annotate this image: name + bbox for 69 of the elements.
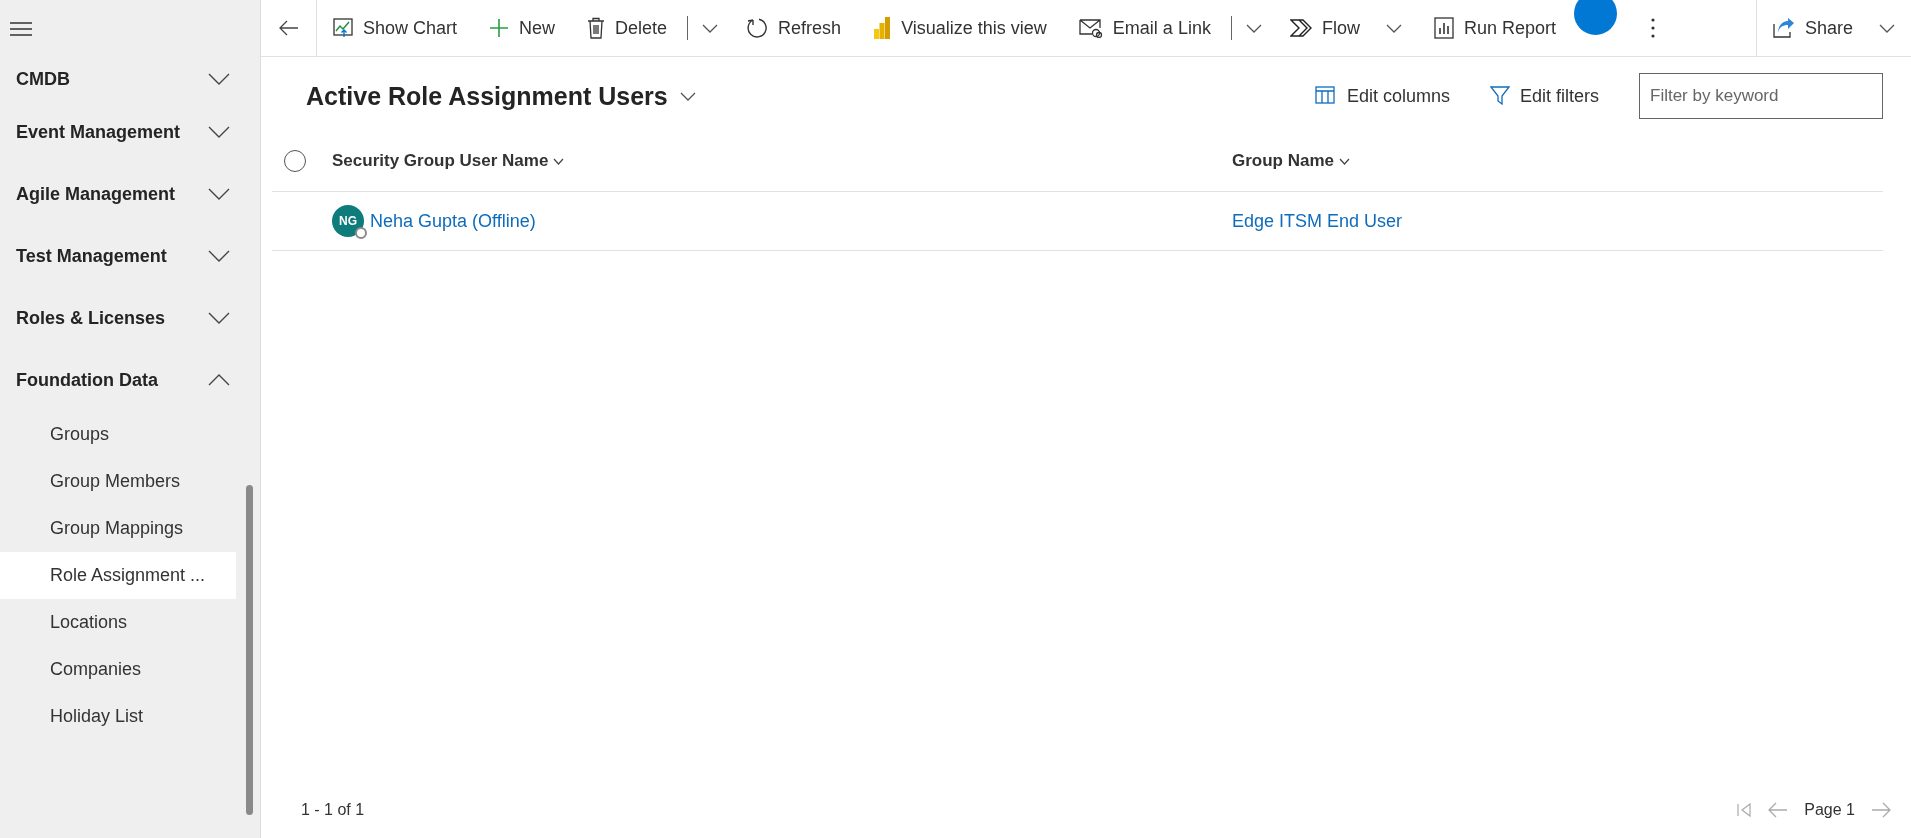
nav-group[interactable]: Roles & Licenses: [0, 287, 260, 349]
nav-group[interactable]: CMDB: [0, 57, 260, 101]
avatar: NG: [332, 205, 364, 237]
nav-item[interactable]: Role Assignment ...: [0, 552, 236, 599]
chevron-down-icon: [553, 157, 565, 165]
more-icon: [1651, 18, 1655, 38]
chevron-up-icon: [208, 374, 230, 386]
toolbar-button[interactable]: Refresh: [730, 8, 858, 48]
back-arrow-icon: [278, 20, 299, 36]
toolbar-button[interactable]: Run Report: [1417, 8, 1572, 48]
chevron-down-icon: [702, 23, 719, 33]
chart-icon: [333, 18, 353, 38]
chevron-down-icon: [208, 126, 230, 138]
first-page-button[interactable]: [1736, 802, 1753, 818]
nav-group[interactable]: Test Management: [0, 225, 260, 287]
page-number: Page 1: [1804, 801, 1855, 819]
nav-item[interactable]: Locations: [0, 599, 236, 646]
report-icon: [1433, 17, 1454, 39]
columns-icon: [1314, 86, 1337, 106]
nav-item[interactable]: Group Mappings: [0, 505, 236, 552]
view-title: Active Role Assignment Users: [306, 81, 668, 111]
nav-item[interactable]: Holiday List: [0, 693, 236, 740]
chevron-down-icon: [208, 188, 230, 200]
nav-item[interactable]: Companies: [0, 646, 236, 693]
previous-page-button[interactable]: [1768, 802, 1789, 818]
chevron-down-icon: [1385, 23, 1402, 33]
toolbar-button[interactable]: Delete: [571, 8, 684, 48]
flow-icon: [1289, 18, 1312, 38]
chevron-down-icon: [208, 73, 230, 85]
toolbar-button[interactable]: Email a Link: [1062, 8, 1227, 48]
bar-chart-icon: [873, 17, 892, 39]
chevron-down-icon: [1879, 23, 1895, 33]
toolbar-button[interactable]: New: [473, 8, 572, 48]
toolbar-button[interactable]: Flow: [1273, 8, 1418, 48]
next-page-button[interactable]: [1871, 802, 1891, 818]
edit-filters-button[interactable]: Edit filters: [1469, 85, 1619, 107]
chevron-down-icon: [679, 91, 696, 101]
back-arrow-icon: [1768, 802, 1789, 818]
scrollbar[interactable]: [246, 485, 253, 815]
column-header[interactable]: Group Name: [1232, 151, 1351, 171]
chevron-down-icon: [208, 250, 230, 262]
nav-group[interactable]: Agile Management: [0, 163, 260, 225]
edit-columns-button[interactable]: Edit columns: [1294, 85, 1470, 107]
filter-icon: [1489, 86, 1510, 106]
chevron-down-icon: [208, 312, 230, 324]
circle-badge: [1574, 0, 1617, 35]
toolbar-button[interactable]: Visualize this view: [857, 8, 1063, 48]
chevron-down-icon: [1339, 157, 1351, 165]
group-link[interactable]: Edge ITSM End User: [1232, 210, 1403, 232]
share-icon: [1772, 18, 1795, 38]
forward-arrow-icon: [1871, 802, 1891, 818]
user-link[interactable]: Neha Gupta (Offline): [370, 210, 536, 232]
chevron-down-icon: [1245, 23, 1262, 33]
share-button[interactable]: Share: [1755, 0, 1911, 56]
nav-group[interactable]: Event Management: [0, 101, 260, 163]
nav-item[interactable]: Group Members: [0, 458, 236, 505]
nav-group[interactable]: Foundation Data: [0, 349, 260, 411]
view-selector[interactable]: [679, 91, 696, 101]
trash-icon: [587, 17, 606, 39]
refresh-icon: [746, 17, 769, 39]
filter-field[interactable]: Filter by keyword: [1639, 73, 1883, 119]
nav-item[interactable]: Groups: [0, 411, 236, 458]
plus-icon: [489, 18, 510, 38]
mail-icon: [1078, 18, 1103, 38]
column-header[interactable]: Security Group User Name: [332, 151, 565, 171]
first-page-icon: [1736, 802, 1753, 818]
toolbar-button[interactable]: Show Chart: [317, 8, 474, 48]
menu-icon[interactable]: [10, 21, 32, 36]
record-count: 1 - 1 of 1: [301, 801, 365, 819]
